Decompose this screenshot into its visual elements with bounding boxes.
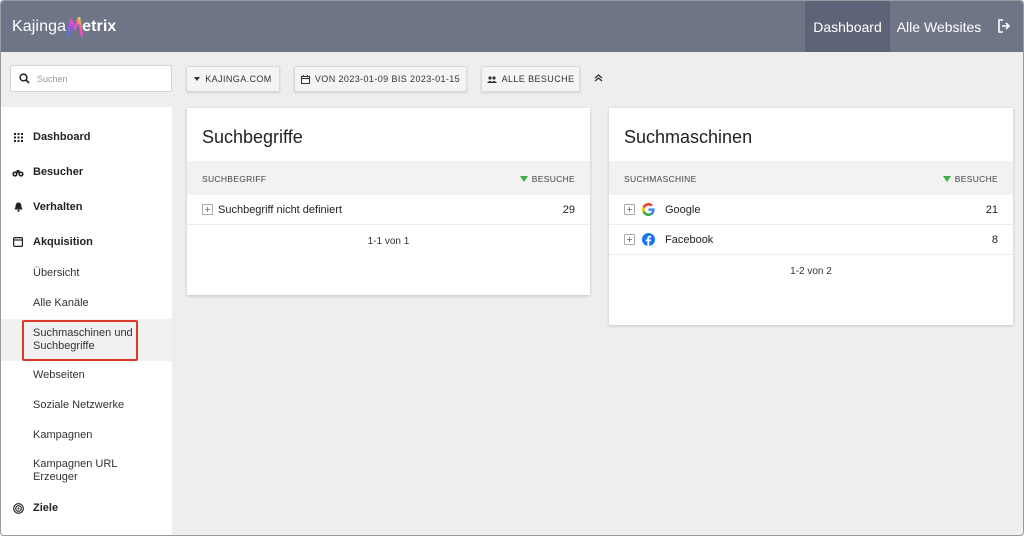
sidebar-item-ziele[interactable]: Ziele: [1, 496, 172, 520]
target-icon: [12, 502, 24, 514]
card-title: Suchmaschinen: [624, 127, 753, 147]
sort-desc-icon: [519, 176, 528, 182]
sidebar-item-label: Besucher: [33, 166, 84, 178]
sidebar-item-label: Akquisition: [33, 236, 93, 248]
sidebar-subitem-label-line2: Erzeuger: [33, 471, 78, 483]
search-icon: [19, 73, 30, 84]
sidebar-item-besucher[interactable]: Besucher: [1, 160, 172, 184]
site-selector-label: KAJINGA.COM: [205, 74, 272, 84]
sidebar-item-label: Dashboard: [33, 131, 91, 143]
pagination-info: 1-1 von 1: [367, 236, 410, 247]
sidebar-subitem-kampagnen[interactable]: Kampagnen: [1, 429, 172, 443]
column-header-visits[interactable]: BESUCHE: [942, 174, 998, 184]
row-value: 8: [991, 234, 998, 246]
sidebar-subitem-soziale-netzwerke[interactable]: Soziale Netzwerke: [1, 399, 172, 413]
nav-all-websites[interactable]: Alle Websites: [890, 1, 988, 52]
sidebar-subitem-uebersicht[interactable]: Übersicht: [1, 267, 172, 281]
google-icon: [642, 203, 655, 216]
logo-m-icon: [67, 17, 84, 37]
segment-label: ALLE BESUCHE: [501, 74, 575, 84]
row-label: Facebook: [665, 234, 714, 246]
sidebar-subitem-label-line2: Suchbegriffe: [33, 340, 95, 352]
grid-icon: [12, 131, 24, 143]
binoculars-icon: [12, 166, 24, 178]
logout-icon[interactable]: [993, 15, 1015, 37]
sidebar-subitem-alle-kanaele[interactable]: Alle Kanäle: [1, 297, 172, 311]
row-label: Suchbegriff nicht definiert: [218, 204, 342, 216]
row-label: Google: [665, 204, 701, 216]
keywords-card: Suchbegriffe SUCHBEGRIFF BESUCHE Suchbeg…: [187, 108, 590, 295]
users-icon: [486, 75, 497, 83]
expand-icon[interactable]: [624, 234, 635, 245]
segment-button[interactable]: ALLE BESUCHE: [481, 66, 580, 92]
table-row[interactable]: Facebook 8: [609, 225, 1013, 255]
caret-down-icon: [194, 77, 201, 81]
collapse-chevron-icon[interactable]: [591, 70, 605, 84]
sidebar-subitem-label: Übersicht: [33, 267, 80, 279]
site-selector-button[interactable]: KAJINGA.COM: [186, 66, 280, 92]
calendar-icon: [300, 74, 310, 84]
app-window: Kajinga etrix Dashboard Alle Websites Su…: [0, 0, 1024, 536]
logo-suffix: etrix: [82, 18, 117, 35]
table-header: SUCHMASCHINE BESUCHE: [609, 161, 1013, 195]
sidebar-subitem-label: Soziale Netzwerke: [33, 399, 125, 411]
search-engines-card: Suchmaschinen SUCHMASCHINE BESUCHE Googl…: [609, 108, 1013, 325]
date-range-button[interactable]: VON 2023-01-09 BIS 2023-01-15: [294, 66, 467, 92]
expand-icon[interactable]: [202, 204, 213, 215]
facebook-icon: [642, 233, 655, 246]
column-header-keyword[interactable]: SUCHBEGRIFF: [202, 174, 266, 184]
column-header-visits[interactable]: BESUCHE: [519, 174, 575, 184]
sidebar-item-label: Ziele: [33, 502, 59, 514]
bell-icon: [12, 201, 24, 213]
sidebar-item-label: Verhalten: [33, 201, 83, 213]
row-value: 29: [562, 204, 575, 216]
sort-desc-icon: [942, 176, 951, 182]
sidebar-item-verhalten[interactable]: Verhalten: [1, 195, 172, 219]
table-row[interactable]: Suchbegriff nicht definiert 29: [187, 195, 590, 225]
table-header: SUCHBEGRIFF BESUCHE: [187, 161, 590, 195]
date-range-label: VON 2023-01-09 BIS 2023-01-15: [314, 74, 461, 84]
sidebar-subitem-webseiten[interactable]: Webseiten: [1, 369, 172, 383]
sidebar-subitem-suchmaschinen[interactable]: Suchmaschinen und Suchbegriffe: [1, 319, 172, 361]
logo-prefix: Kajinga: [12, 18, 67, 35]
top-bar: Kajinga etrix Dashboard Alle Websites: [1, 1, 1023, 52]
nav-dashboard[interactable]: Dashboard: [805, 1, 890, 52]
pagination-info: 1-2 von 2: [790, 266, 832, 277]
sidebar-subitem-label-line1: Kampagnen URL: [33, 458, 118, 470]
sidebar-subitem-label: Webseiten: [33, 369, 85, 381]
sidebar-subitem-label-line1: Suchmaschinen und: [33, 327, 133, 339]
column-header-visits-label: BESUCHE: [954, 174, 998, 184]
card-title: Suchbegriffe: [202, 127, 303, 147]
app-logo[interactable]: Kajinga etrix: [12, 15, 116, 39]
row-value: 21: [985, 204, 998, 216]
column-header-engine[interactable]: SUCHMASCHINE: [624, 174, 697, 184]
window-icon: [12, 236, 24, 248]
sidebar-item-akquisition[interactable]: Akquisition: [1, 230, 172, 254]
sidebar-subitem-label: Kampagnen: [33, 429, 93, 441]
search-box[interactable]: [10, 65, 172, 92]
sidebar: Dashboard Besucher Verhalten Akquisition…: [1, 107, 172, 535]
sidebar-subitem-kampagnen-url[interactable]: Kampagnen URL Erzeuger: [1, 457, 172, 485]
table-row[interactable]: Google 21: [609, 195, 1013, 225]
expand-icon[interactable]: [624, 204, 635, 215]
sidebar-subitem-label: Alle Kanäle: [33, 297, 89, 309]
search-input[interactable]: [37, 73, 157, 84]
column-header-visits-label: BESUCHE: [531, 174, 575, 184]
sidebar-item-dashboard[interactable]: Dashboard: [1, 125, 172, 149]
